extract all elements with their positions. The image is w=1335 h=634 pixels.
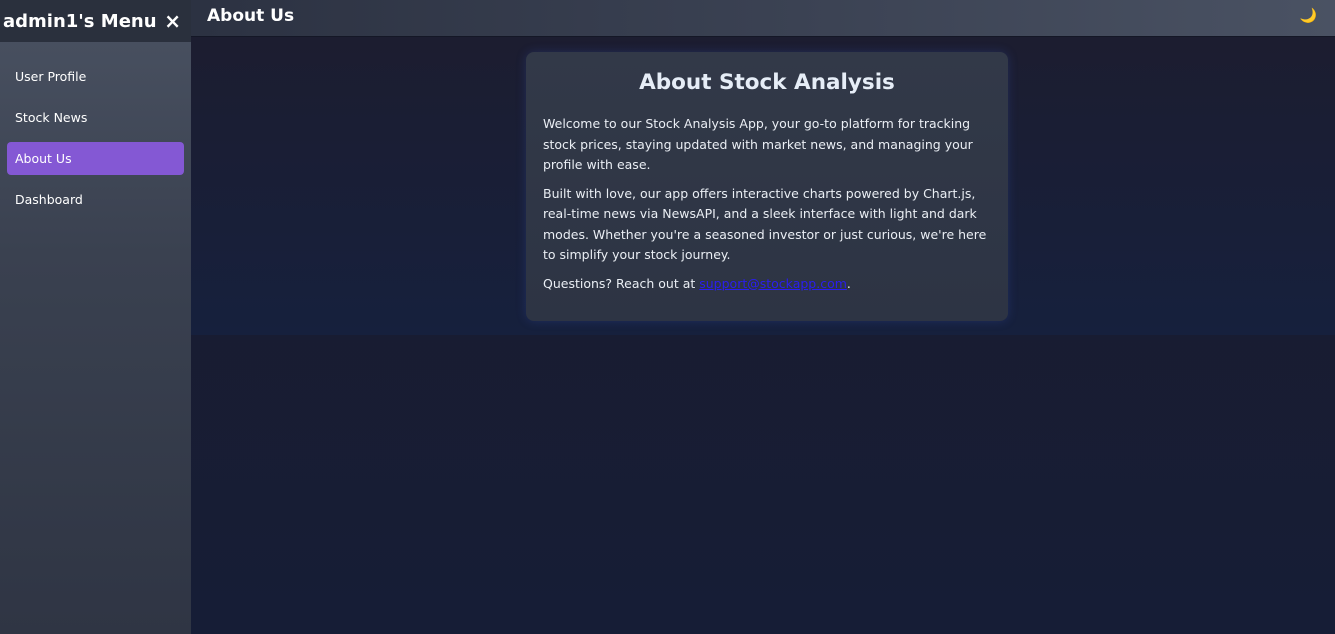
page-title: About Us: [207, 6, 295, 26]
close-icon[interactable]: ×: [164, 11, 181, 31]
contact-paragraph: Questions? Reach out at support@stockapp…: [543, 274, 991, 295]
top-bar: About Us 🌙: [191, 0, 1335, 37]
sidebar-header: admin1's Menu ×: [0, 0, 191, 42]
sidebar-item-dashboard[interactable]: Dashboard: [7, 183, 184, 216]
card-title: About Stock Analysis: [639, 70, 895, 95]
sidebar-item-stock-news[interactable]: Stock News: [7, 101, 184, 134]
support-email-link[interactable]: support@stockapp.com: [699, 276, 847, 291]
sidebar-item-user-profile[interactable]: User Profile: [7, 60, 184, 93]
intro-paragraph: Welcome to our Stock Analysis App, your …: [543, 116, 973, 172]
about-card: About Stock Analysis Welcome to our Stoc…: [526, 52, 1008, 321]
sidebar-item-about-us[interactable]: About Us: [7, 142, 184, 175]
contact-prefix: Questions? Reach out at: [543, 275, 700, 291]
sidebar-menu: User Profile Stock News About Us Dashboa…: [0, 42, 191, 216]
sidebar: admin1's Menu × User Profile Stock News …: [0, 0, 191, 634]
content-section: About Stock Analysis Welcome to our Stoc…: [191, 37, 1335, 335]
contact-suffix: .: [846, 275, 851, 291]
sidebar-title: admin1's Menu: [3, 10, 157, 32]
moon-icon[interactable]: 🌙: [1300, 8, 1317, 24]
features-paragraph: Built with love, our app offers interact…: [543, 185, 987, 263]
main-content: About Stock Analysis Welcome to our Stoc…: [191, 37, 1335, 634]
